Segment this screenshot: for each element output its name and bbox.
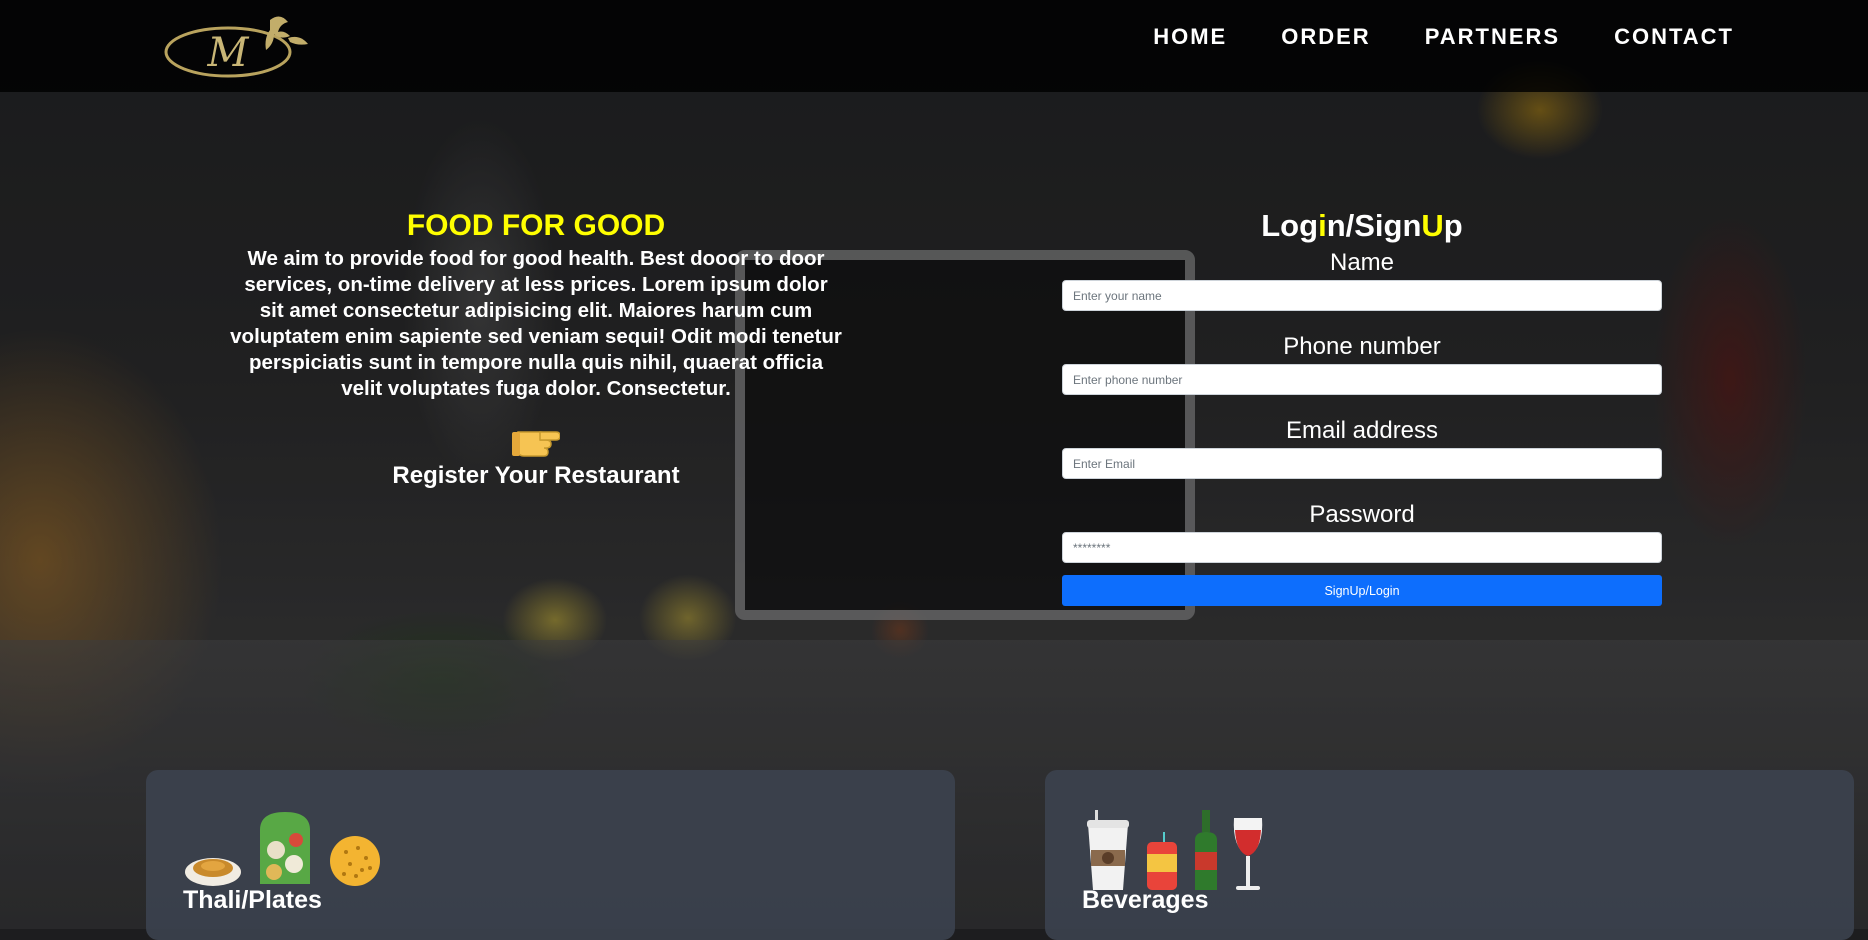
category-card-thali[interactable]: Thali/Plates: [146, 770, 955, 940]
login-title: Login/SignUp: [1261, 208, 1463, 243]
login-signup-form: Login/SignUp Name Phone number Email add…: [1062, 206, 1662, 606]
card-icons: [184, 810, 382, 888]
wine-bottle-icon: [1195, 810, 1217, 890]
category-card-beverages[interactable]: Beverages: [1045, 770, 1854, 940]
password-label: Password: [1309, 501, 1415, 528]
email-label: Email address: [1285, 417, 1439, 444]
main-nav: HOME ORDER PARTNERS CONTACT: [1153, 24, 1734, 50]
hero-section: FOOD FOR GOOD We aim to provide food for…: [230, 206, 842, 490]
signup-login-button[interactable]: SignUp/Login: [1062, 575, 1662, 606]
password-input[interactable]: [1062, 532, 1662, 563]
soda-can-icon: [1147, 832, 1177, 890]
name-input[interactable]: [1062, 280, 1662, 311]
phone-label: Phone number: [1283, 333, 1441, 360]
card-title: Thali/Plates: [183, 886, 322, 914]
wine-glass-icon: [1233, 818, 1263, 890]
phone-input[interactable]: [1062, 364, 1662, 395]
biscuit-icon: [330, 836, 380, 886]
nav-order[interactable]: ORDER: [1281, 24, 1370, 50]
nav-contact[interactable]: CONTACT: [1614, 24, 1734, 50]
hero-title: FOOD FOR GOOD: [406, 209, 666, 242]
hero-description: We aim to provide food for good health. …: [230, 247, 842, 400]
top-navbar: M HOME ORDER PARTNERS CONTACT: [0, 0, 1868, 92]
brand-logo[interactable]: M: [162, 10, 314, 80]
nav-partners[interactable]: PARTNERS: [1425, 24, 1560, 50]
nav-home[interactable]: HOME: [1153, 24, 1227, 50]
email-input[interactable]: [1062, 448, 1662, 479]
name-label: Name: [1329, 249, 1395, 276]
curry-bowl-icon: [185, 858, 241, 886]
logo-letter: M: [207, 30, 250, 76]
coffee-cup-icon: [1087, 810, 1129, 890]
card-title: Beverages: [1082, 886, 1209, 914]
register-restaurant-link[interactable]: Register Your Restaurant: [230, 462, 842, 490]
thali-plate-icon: [260, 812, 310, 884]
card-icons: [1083, 810, 1265, 892]
pointing-hand-icon: [512, 431, 560, 457]
